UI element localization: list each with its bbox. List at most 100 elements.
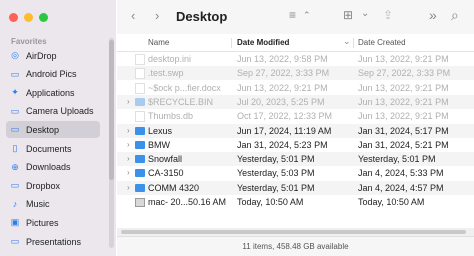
list-view-icon[interactable]: ≡ (289, 8, 296, 22)
sidebar-item-music[interactable]: ♪ Music (6, 196, 100, 213)
file-name: CA-3150 (148, 168, 184, 179)
sidebar-item-presentations[interactable]: ▭ Presentations (6, 233, 100, 250)
sidebar-item-airdrop[interactable]: ◎ AirDrop (6, 47, 100, 64)
folder-icon (135, 169, 145, 178)
file-modified: Oct 17, 2022, 12:33 PM (237, 111, 333, 122)
sidebar-item-camera-uploads[interactable]: ▭ Camera Uploads (6, 103, 100, 120)
sidebar-item-pictures[interactable]: ▣ Pictures (6, 214, 100, 231)
sidebar-item-label: Presentations (26, 236, 82, 247)
traffic-lights (9, 13, 48, 22)
disclosure-triangle-icon[interactable]: › (127, 126, 130, 135)
finder-window: Favorites ◎ AirDrop ▭ Android Pics ✦ Applicat… (0, 0, 474, 256)
status-bar: 11 items, 458.48 GB available (117, 236, 474, 256)
sidebar-item-label: Android Pics (26, 69, 77, 80)
table-row[interactable]: › Snowfall Yesterday, 5:01 PM Yesterday, 5:… (117, 152, 474, 167)
sidebar: Favorites ◎ AirDrop ▭ Android Pics ✦ Applicat… (0, 0, 116, 256)
more-icon[interactable]: » (429, 7, 437, 23)
zoom-button[interactable] (39, 13, 48, 22)
status-text: 11 items, 458.48 GB available (242, 242, 349, 251)
pictures-icon: ▣ (10, 217, 20, 228)
table-row[interactable]: › CA-3150 Yesterday, 5:03 PM Jan 4, 2024, 5… (117, 166, 474, 180)
sidebar-item-desktop[interactable]: ▭ Desktop (6, 121, 100, 139)
disclosure-triangle-icon[interactable]: › (127, 97, 130, 106)
airdrop-icon: ◎ (11, 50, 19, 60)
table-row[interactable]: mac- 20...50.16 AM Today, 10:50 AM Today, … (117, 195, 474, 209)
table-row[interactable]: › Lexus Jun 17, 2024, 11:19 AM Jan 31, 2024… (117, 123, 474, 138)
document-icon (135, 68, 145, 80)
back-button[interactable]: ‹ (131, 8, 135, 23)
file-modified: Jul 20, 2023, 5:25 PM (237, 96, 325, 107)
file-modified: Jun 13, 2022, 9:21 PM (237, 82, 328, 93)
table-row[interactable]: Thumbs.db Oct 17, 2022, 12:33 PM Jun 13, 2… (117, 109, 474, 123)
sidebar-item-label: Pictures (26, 217, 59, 228)
disclosure-triangle-icon[interactable]: › (127, 168, 130, 177)
table-row[interactable]: › COMM 4320 Yesterday, 5:01 PM Jan 4, 2024,… (117, 180, 474, 195)
column-name[interactable]: Name (148, 38, 169, 47)
grid-chevron-icon[interactable]: ⌄ (361, 8, 369, 19)
disclosure-triangle-icon[interactable]: › (127, 183, 130, 192)
table-row[interactable]: › BMW Jan 31, 2024, 5:23 PM Jan 31, 2024, 5… (117, 138, 474, 152)
file-name: ~$ock p...fier.docx (148, 82, 221, 93)
sidebar-item-documents[interactable]: ▯ Documents (6, 140, 100, 157)
desktop-icon: ▭ (10, 124, 20, 135)
disclosure-triangle-icon[interactable]: › (127, 140, 130, 149)
column-header: Name Date Modified ⌄ Date Created (117, 34, 474, 52)
column-date-modified[interactable]: Date Modified (237, 38, 289, 47)
sidebar-item-downloads[interactable]: ⊕ Downloads (6, 159, 100, 176)
horizontal-scrollbar-thumb[interactable] (121, 230, 466, 234)
sidebar-scrollbar-thumb[interactable] (109, 40, 114, 180)
file-name: mac- 20...50.16 AM (148, 197, 227, 207)
grid-view-icon[interactable]: ⊞ (343, 8, 353, 22)
table-row[interactable]: › $RECYCLE.BIN Jul 20, 2023, 5:25 PM Jun 13… (117, 94, 474, 109)
sidebar-item-label: Camera Uploads (26, 106, 94, 117)
file-modified: Jan 31, 2024, 5:23 PM (237, 139, 328, 150)
table-row[interactable]: ~$ock p...fier.docx Jun 13, 2022, 9:21 PM… (117, 81, 474, 95)
folder-icon (135, 140, 145, 149)
file-modified: Jun 13, 2022, 9:58 PM (237, 54, 328, 64)
share-icon[interactable]: ⇪ (383, 8, 393, 22)
disclosure-triangle-icon[interactable]: › (127, 154, 130, 163)
folder-icon (135, 126, 145, 135)
file-name: Lexus (148, 125, 173, 136)
folder-icon: ▭ (10, 180, 20, 191)
file-created: Jan 4, 2024, 4:57 PM (358, 182, 444, 193)
image-icon (135, 198, 145, 207)
close-button[interactable] (9, 13, 18, 22)
folder-icon: ▭ (10, 236, 20, 246)
toolbar: ‹ › Desktop ≡ ⌃ ⊞ ⌄ ⇪ » ⌕ (117, 0, 474, 35)
sidebar-item-android-pics[interactable]: ▭ Android Pics (6, 66, 100, 83)
file-created: Jan 31, 2024, 5:21 PM (358, 139, 449, 150)
applications-icon: ✦ (11, 87, 19, 98)
file-created: Jun 13, 2022, 9:21 PM (358, 111, 449, 122)
folder-icon (135, 97, 145, 106)
file-created: Jun 13, 2022, 9:21 PM (358, 54, 449, 64)
file-name: BMW (148, 139, 170, 150)
sidebar-section-favorites: Favorites (11, 37, 47, 46)
document-icon (135, 111, 145, 123)
column-divider[interactable] (353, 38, 354, 48)
minimize-button[interactable] (24, 13, 33, 22)
file-created: Jun 13, 2022, 9:21 PM (358, 82, 449, 93)
folder-icon (135, 183, 145, 192)
folder-icon: ▭ (10, 105, 20, 116)
sort-chevron-icon[interactable]: ⌃ (303, 10, 311, 21)
sidebar-item-applications[interactable]: ✦ Applications (6, 84, 100, 101)
forward-button[interactable]: › (155, 8, 159, 23)
sidebar-item-dropbox[interactable]: ▭ Dropbox (6, 177, 100, 194)
sort-descending-icon[interactable]: ⌄ (343, 36, 351, 47)
document-icon (135, 54, 145, 65)
file-name: Snowfall (148, 154, 183, 165)
file-name: .test.swp (148, 68, 184, 79)
column-date-created[interactable]: Date Created (358, 38, 406, 47)
sidebar-item-label: Documents (26, 143, 72, 154)
file-modified: Yesterday, 5:01 PM (237, 154, 315, 165)
table-row[interactable]: .test.swp Sep 27, 2022, 3:33 PM Sep 27, 20… (117, 66, 474, 81)
folder-icon: ▭ (10, 68, 20, 79)
window-title: Desktop (176, 9, 228, 24)
file-name: Thumbs.db (148, 111, 194, 122)
column-divider[interactable] (231, 38, 232, 48)
sidebar-item-label: Music (26, 199, 50, 210)
file-created: Jan 31, 2024, 5:17 PM (358, 125, 449, 136)
search-icon[interactable]: ⌕ (451, 7, 459, 24)
table-row[interactable]: desktop.ini Jun 13, 2022, 9:58 PM Jun 13, … (117, 52, 474, 66)
